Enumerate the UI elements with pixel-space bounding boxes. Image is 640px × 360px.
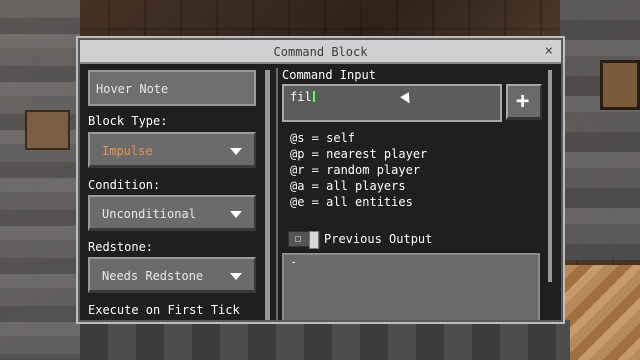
condition-label: Condition: [88,178,161,192]
block-type-dropdown[interactable]: Impulse [88,132,256,168]
selector-help: @s = self @p = nearest player @r = rando… [290,130,427,210]
command-input-text: fil [290,90,315,104]
toggle-knob [309,231,319,249]
redstone-label: Redstone: [88,240,154,254]
plus-icon: + [516,89,530,114]
text-caret [312,91,315,102]
execute-first-tick-label: Execute on First Tick [88,303,240,317]
panel-divider [276,68,278,320]
chevron-down-icon [230,273,242,280]
block-type-label: Block Type: [88,114,168,128]
window-title: Command Block [273,45,368,59]
previous-output-label: Previous Output [324,232,433,246]
background-stone-column-left [0,0,80,360]
command-input-label: Command Input [282,68,376,82]
redstone-value: Needs Redstone [102,269,204,283]
background-stone-column-right [560,0,640,260]
selector-help-line: @r = random player [290,163,421,177]
condition-dropdown[interactable]: Unconditional [88,195,256,231]
command-input[interactable]: fil [282,84,502,122]
right-scrollbar[interactable] [548,70,552,282]
settings-panel: Hover Note Block Type: Impulse Condition… [84,68,270,320]
background-block-right [600,60,640,110]
selector-help-line: @e = all entities [290,195,413,209]
command-input-value: fil [290,90,312,104]
previous-output-box: - [282,253,540,320]
previous-output-text: - [290,255,298,269]
condition-value: Unconditional [102,207,196,221]
command-panel: Command Input fil + @s = self @p = neare… [282,68,558,320]
toggle-off-indicator [295,236,301,242]
background-floor [80,320,570,360]
hover-note-field[interactable]: Hover Note [88,70,256,106]
redstone-dropdown[interactable]: Needs Redstone [88,257,256,293]
selector-help-line: @s = self [290,131,356,145]
left-scrollbar[interactable] [265,70,270,320]
previous-output-toggle[interactable] [288,231,320,249]
close-icon[interactable]: × [545,43,553,59]
command-block-dialog: Command Block × Hover Note Block Type: I… [76,36,565,324]
mouse-cursor-icon [400,92,414,106]
chevron-down-icon [230,211,242,218]
selector-help-line: @p = nearest player [290,147,428,161]
hover-note-text: Hover Note [96,82,169,96]
add-button[interactable]: + [506,84,542,120]
background-wood-block [565,265,640,360]
chevron-down-icon [230,148,242,155]
title-bar: Command Block × [80,40,561,64]
block-type-value: Impulse [102,144,153,158]
background-block-left [25,110,70,150]
selector-help-line: @a = all players [290,179,406,193]
